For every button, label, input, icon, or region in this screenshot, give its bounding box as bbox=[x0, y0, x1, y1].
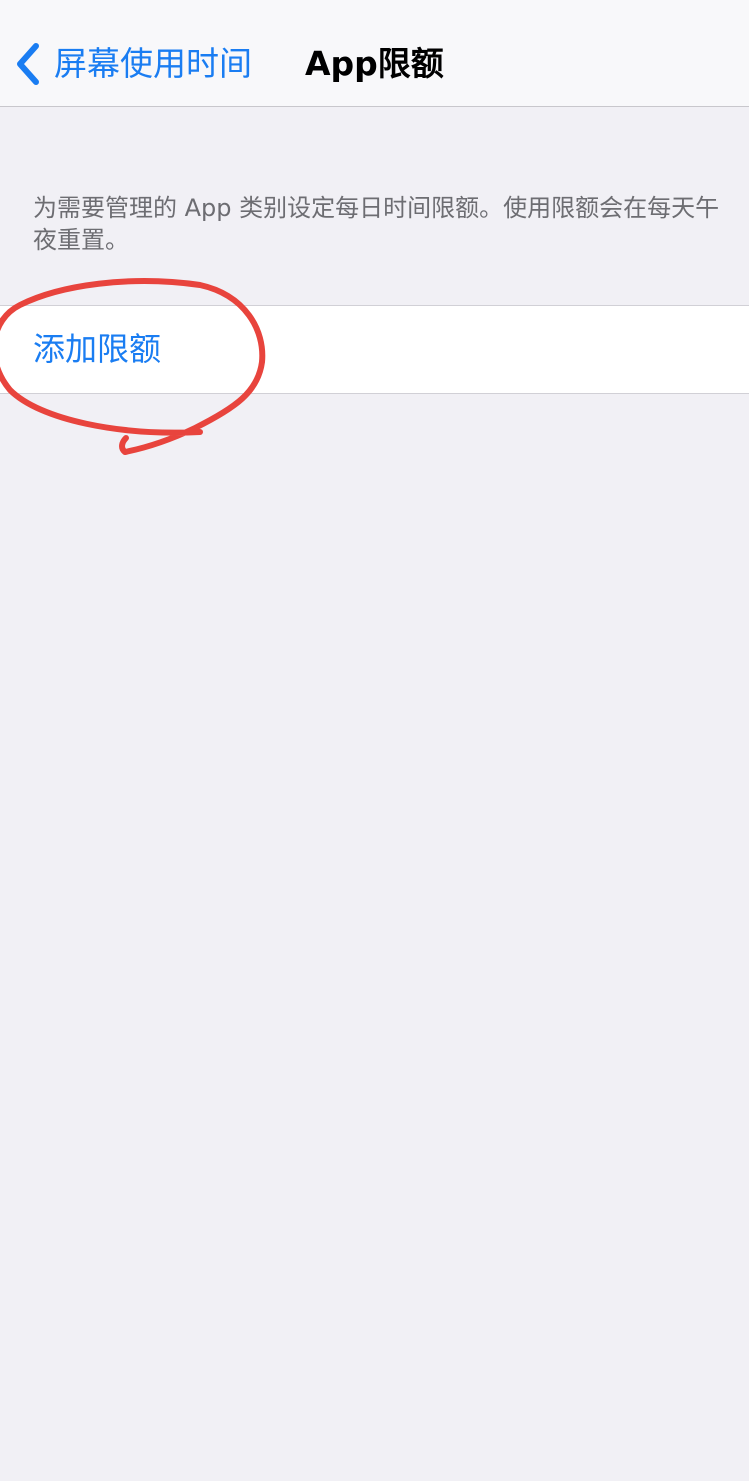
back-button[interactable]: 屏幕使用时间 bbox=[14, 38, 252, 90]
add-limit-button[interactable]: 添加限额 bbox=[0, 306, 749, 393]
back-button-label: 屏幕使用时间 bbox=[54, 44, 252, 83]
description-text: 为需要管理的 App 类别设定每日时间限额。使用限额会在每天午夜重置。 bbox=[33, 194, 720, 254]
limits-group: 添加限额 bbox=[0, 305, 749, 394]
chevron-left-icon bbox=[14, 38, 46, 90]
add-limit-label: 添加限额 bbox=[33, 330, 162, 368]
navigation-bar: 屏幕使用时间 App限额 bbox=[0, 0, 749, 107]
page-title: App限额 bbox=[305, 44, 444, 83]
